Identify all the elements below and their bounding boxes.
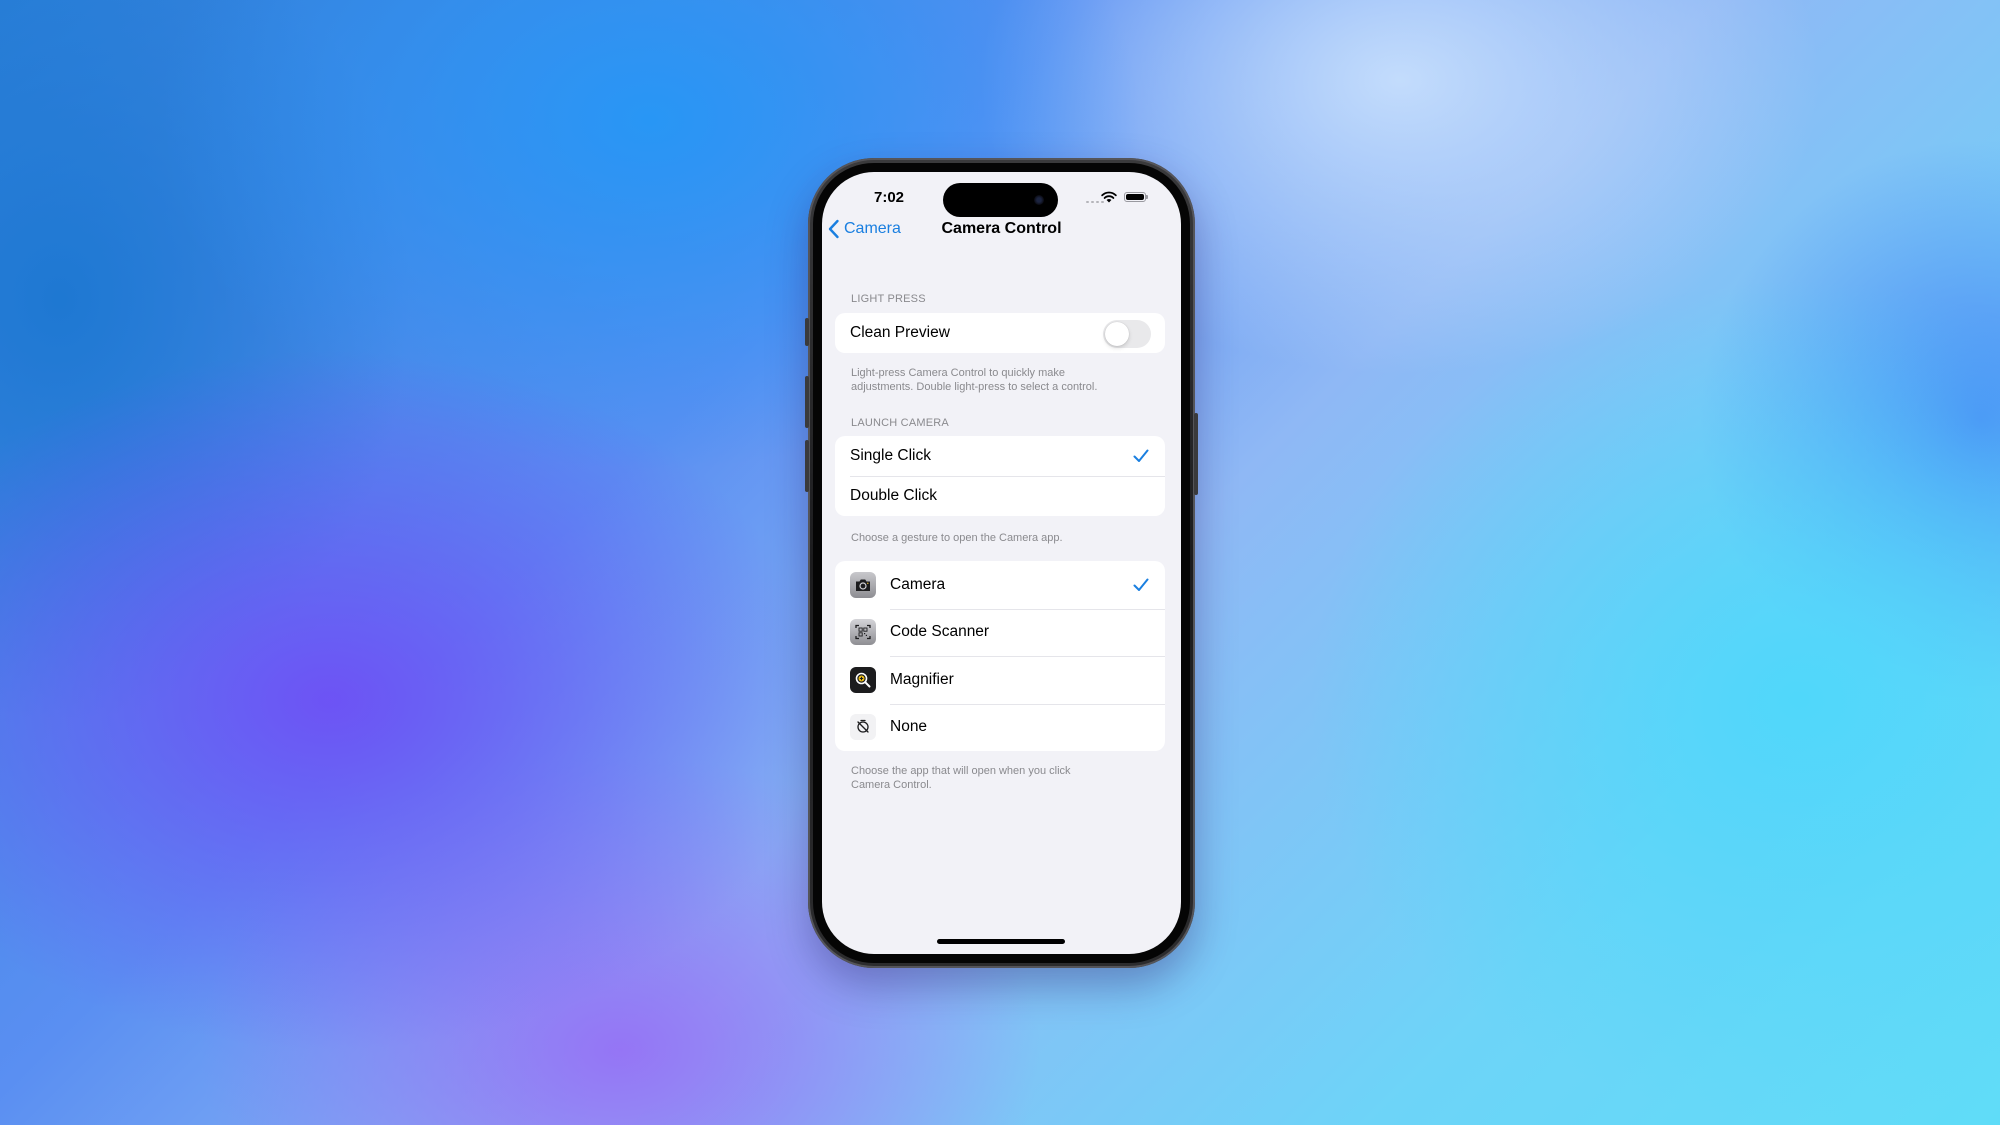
page-title: Camera Control xyxy=(941,220,1062,237)
section-header-launch-camera: LAUNCH CAMERA xyxy=(851,417,949,429)
single-click-option[interactable]: Single Click xyxy=(835,436,1165,476)
front-camera-lens xyxy=(1034,195,1044,205)
double-click-label: Double Click xyxy=(850,487,938,504)
magnifier-app-option[interactable]: Magnifier xyxy=(835,656,1165,704)
launch-camera-group: Single Click Double Click xyxy=(835,436,1165,516)
action-button xyxy=(805,318,809,346)
code-scanner-app-option[interactable]: Code Scanner xyxy=(835,608,1165,657)
none-slash-icon xyxy=(850,714,876,741)
volume-down-button xyxy=(805,440,809,492)
dynamic-island xyxy=(943,183,1058,217)
checkmark-icon xyxy=(1133,578,1149,591)
home-indicator[interactable] xyxy=(937,939,1065,944)
checkmark-icon xyxy=(1133,449,1149,462)
none-app-option[interactable]: None xyxy=(835,703,1165,752)
volume-up-button xyxy=(805,376,809,428)
battery-icon xyxy=(1124,192,1148,202)
light-press-footer-line1: Light-press Camera Control to quickly ma… xyxy=(851,367,1065,379)
light-press-group: Clean Preview xyxy=(835,313,1165,353)
app-choice-footer-line2: Camera Control. xyxy=(851,779,932,791)
app-choice-footer: Choose the app that will open when you c… xyxy=(851,764,1151,792)
toggle-knob xyxy=(1105,322,1129,346)
magnifier-app-label: Magnifier xyxy=(890,670,954,688)
side-button xyxy=(1194,413,1198,495)
single-click-label: Single Click xyxy=(850,447,931,464)
magnifier-icon xyxy=(850,666,876,693)
light-press-footer: Light-press Camera Control to quickly ma… xyxy=(851,366,1151,394)
launch-camera-footer: Choose a gesture to open the Camera app. xyxy=(851,532,1063,544)
wifi-icon xyxy=(1101,191,1117,203)
iphone-frame: 7:02 Camera Camera Control LIGHT PRESS C… xyxy=(805,158,1198,968)
camera-icon xyxy=(850,571,876,598)
camera-app-label: Camera xyxy=(890,575,946,593)
app-choice-footer-line1: Choose the app that will open when you c… xyxy=(851,765,1071,777)
light-press-footer-line2: adjustments. Double light-press to selec… xyxy=(851,381,1098,393)
status-time: 7:02 xyxy=(873,189,905,206)
camera-app-option[interactable]: Camera xyxy=(835,561,1165,609)
settings-screen: 7:02 Camera Camera Control LIGHT PRESS C… xyxy=(822,172,1181,954)
clean-preview-toggle[interactable] xyxy=(1103,320,1151,348)
section-header-light-press: LIGHT PRESS xyxy=(851,293,926,305)
clean-preview-row: Clean Preview xyxy=(835,313,1165,353)
app-choice-group: Camera Code Scanner Magnifier None xyxy=(835,561,1165,751)
code-scanner-app-label: Code Scanner xyxy=(890,623,990,641)
qr-code-scanner-icon xyxy=(850,619,876,646)
none-app-label: None xyxy=(890,718,928,736)
double-click-option[interactable]: Double Click xyxy=(835,476,1165,516)
